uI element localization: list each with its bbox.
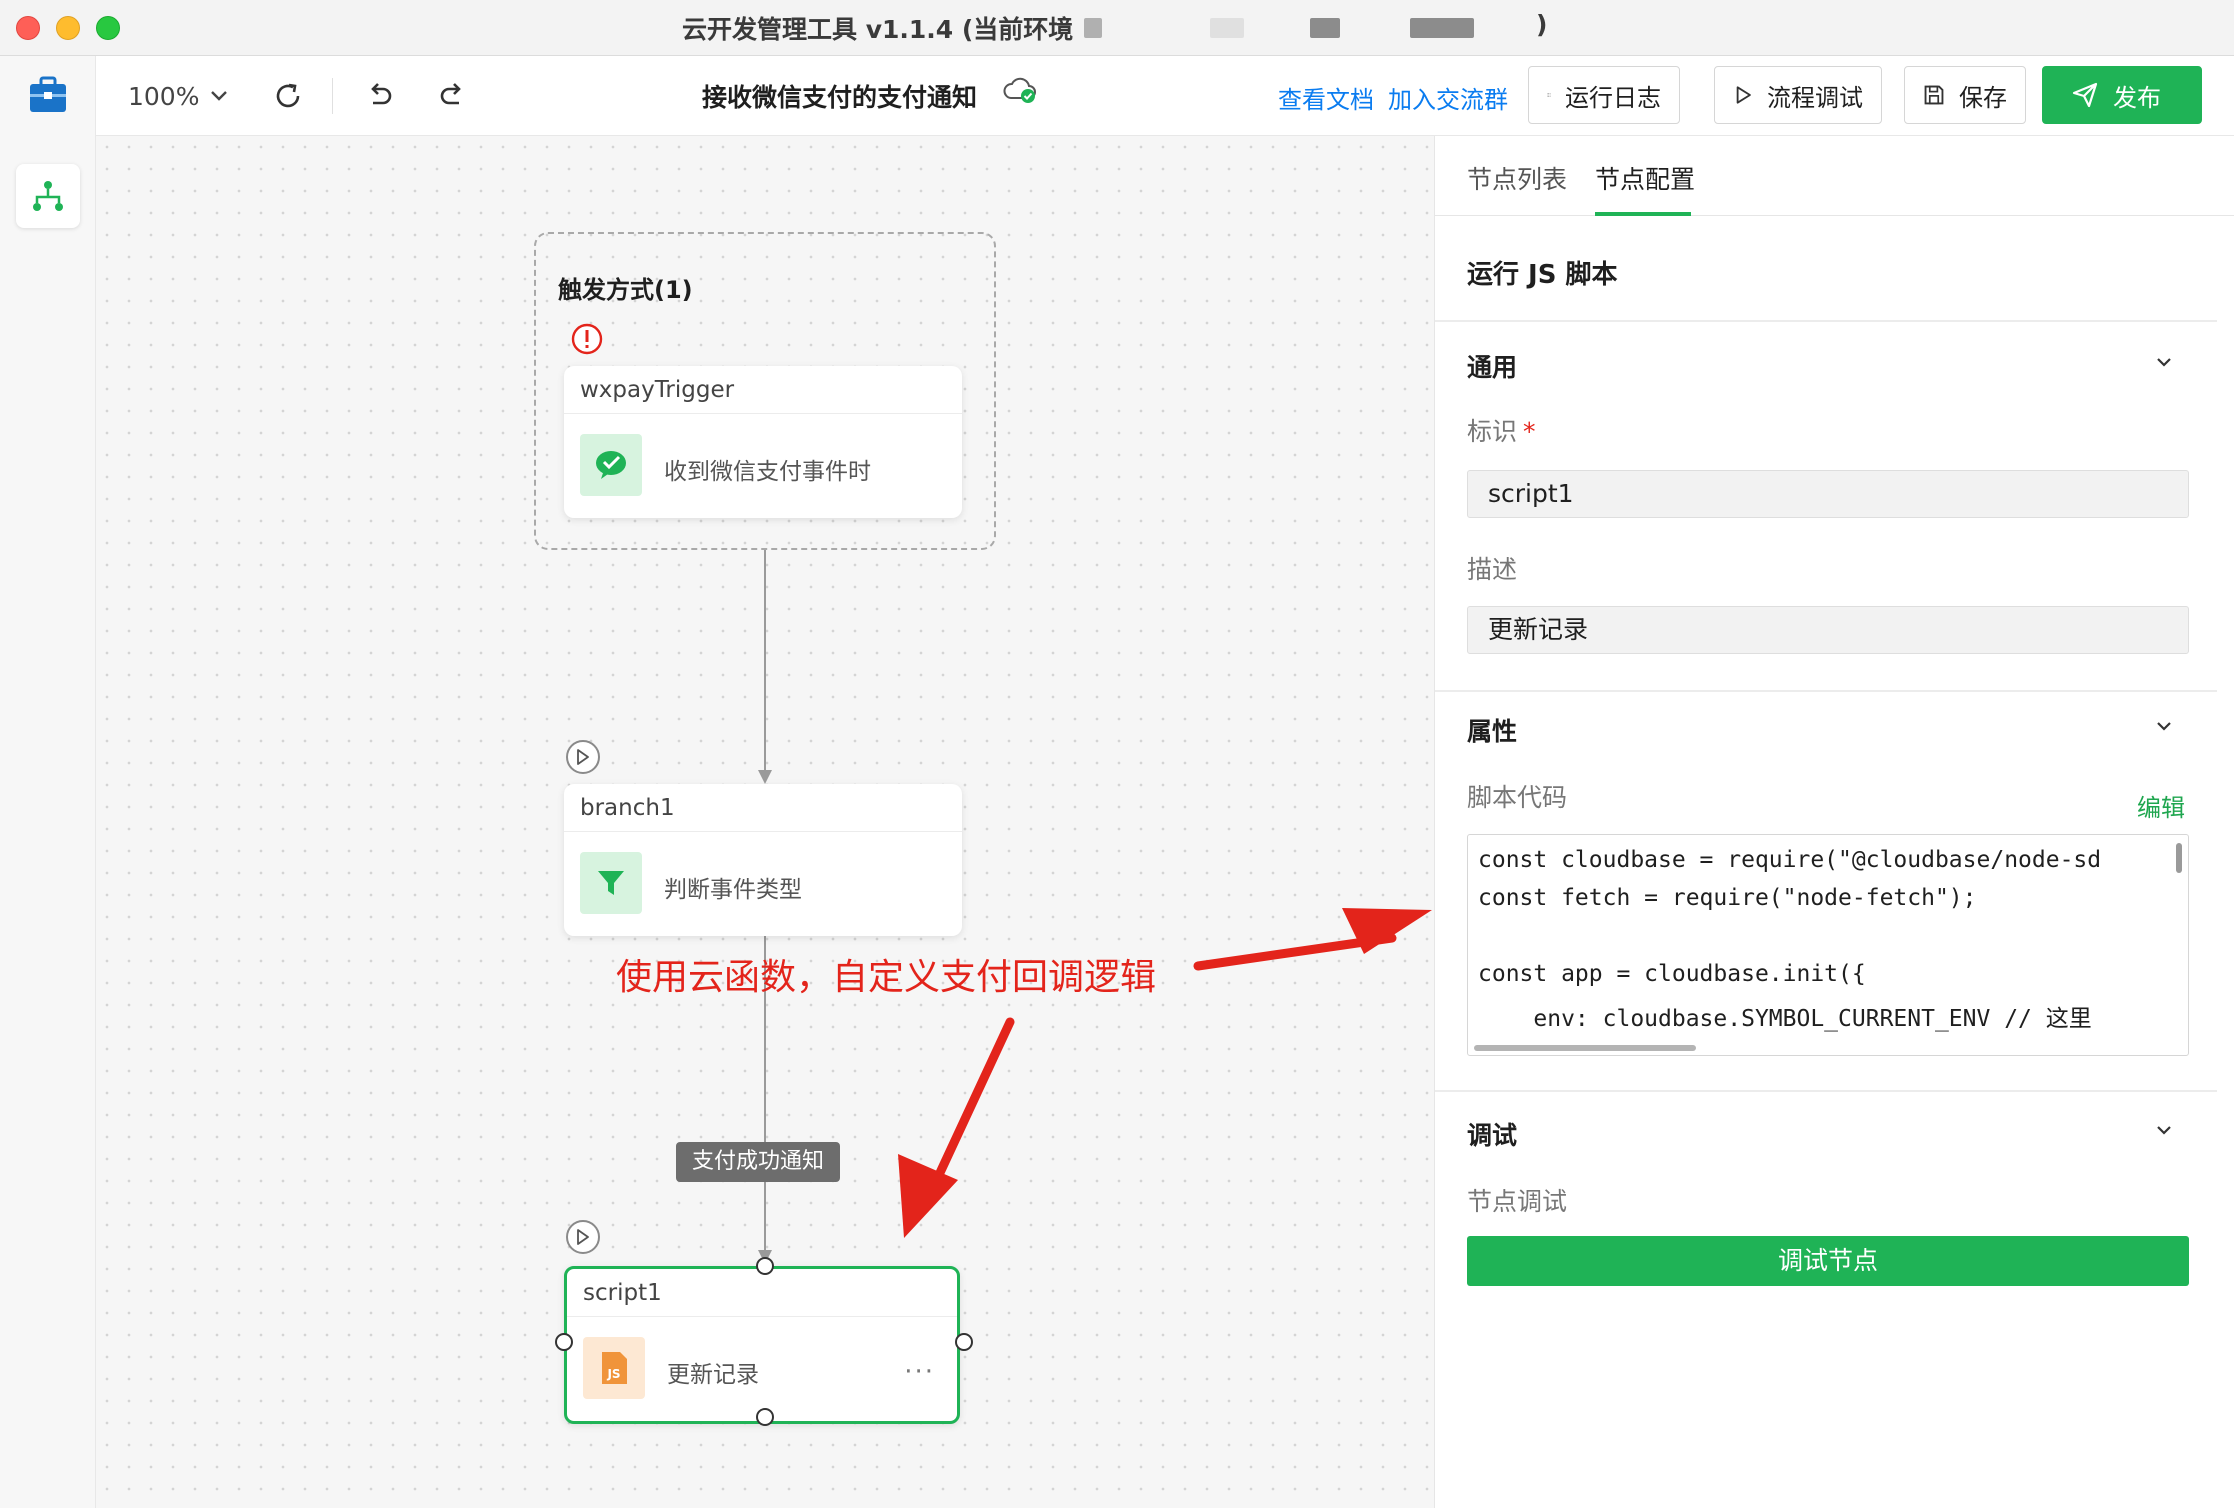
flow-title: 接收微信支付的支付通知 <box>702 83 978 112</box>
edge-label[interactable]: 支付成功通知 <box>676 1142 841 1182</box>
edit-code-link[interactable]: 编辑 <box>2137 788 2185 823</box>
trigger-group-title: 触发方式(1) <box>558 276 693 304</box>
minimize-window-button[interactable] <box>56 16 80 40</box>
section-general-title[interactable]: 通用 <box>1467 348 1517 384</box>
publish-button[interactable]: 发布 <box>2042 66 2202 124</box>
node-branch1[interactable]: branch1 判断事件类型 <box>564 784 962 936</box>
connect-handle-left[interactable] <box>555 1333 573 1351</box>
flow-debug-button[interactable]: 流程调试 <box>1714 66 1882 124</box>
window-title-tail: ) <box>1536 10 1548 39</box>
node-id: script1 <box>567 1269 957 1317</box>
save-label: 保存 <box>1959 83 2007 112</box>
svg-text:JS: JS <box>606 1367 620 1381</box>
debug-node-button[interactable]: 调试节点 <box>1467 1236 2189 1286</box>
zoom-value: 100% <box>128 81 200 111</box>
chevron-down-icon[interactable] <box>2155 718 2173 737</box>
redo-button[interactable] <box>430 74 474 118</box>
refresh-icon <box>276 83 300 108</box>
required-mark: * <box>1523 417 1536 446</box>
zoom-select[interactable]: 100% <box>128 76 229 116</box>
code-line: const cloudbase = require("@cloudbase/no… <box>1478 847 2102 873</box>
join-group-link[interactable]: 加入交流群 <box>1388 80 1508 115</box>
view-docs-link[interactable]: 查看文档 <box>1278 80 1374 115</box>
id-field-label: 标识 * <box>1467 412 1536 448</box>
section-divider <box>1435 1090 2217 1092</box>
flow-tree-icon <box>33 181 63 211</box>
save-icon <box>1924 85 1944 105</box>
filter-icon <box>580 852 642 914</box>
redo-icon <box>440 83 461 105</box>
tab-node-list[interactable]: 节点列表 <box>1467 160 1567 196</box>
code-line: env: cloudbase.SYMBOL_CURRENT_ENV // 这里 <box>1478 1006 2092 1032</box>
refresh-button[interactable] <box>266 74 310 118</box>
chevron-down-icon[interactable] <box>2155 1122 2173 1141</box>
warning-icon[interactable] <box>570 322 604 360</box>
chevron-down-icon <box>211 91 228 101</box>
desc-field-label: 描述 <box>1467 555 1518 584</box>
toolbar: 100% 接收微信支付的支付通知 查看文档 加入交流群 运行日志 流程调试 保存… <box>96 56 2234 136</box>
annotation-text: 使用云函数，自定义支付回调逻辑 <box>616 957 1157 998</box>
config-panel: 节点列表 节点配置 运行 JS 脚本 通用 标识 * script1 描述 更新记… <box>1434 136 2234 1508</box>
maximize-window-button[interactable] <box>96 16 120 40</box>
tab-node-config[interactable]: 节点配置 <box>1595 160 1695 196</box>
id-label-text: 标识 <box>1467 417 1518 446</box>
flow-nav-button[interactable] <box>16 164 80 228</box>
flow-debug-label: 流程调试 <box>1767 83 1863 112</box>
connect-handle-right[interactable] <box>955 1333 973 1351</box>
window-titlebar: 云开发管理工具 v1.1.4 (当前环境 ) <box>0 0 2234 56</box>
panel-heading: 运行 JS 脚本 <box>1467 260 1618 290</box>
code-field-label: 脚本代码 <box>1467 783 1568 812</box>
list-log-icon <box>1547 93 1551 97</box>
code-horizontal-scrollbar[interactable] <box>1474 1045 1696 1051</box>
play-icon <box>1736 86 1751 104</box>
more-options-button[interactable]: ··· <box>904 1357 935 1387</box>
window-title: 云开发管理工具 v1.1.4 (当前环境 <box>682 15 1074 44</box>
send-icon <box>2072 82 2098 108</box>
undo-icon <box>371 83 392 105</box>
flow-canvas[interactable]: 触发方式(1) wxpayTrigger 收到微信支付事件时 branch1 判… <box>96 136 1434 1508</box>
section-props-title[interactable]: 属性 <box>1467 712 1517 748</box>
code-vertical-scrollbar[interactable] <box>2176 843 2182 873</box>
node-description: 收到微信支付事件时 <box>664 459 871 485</box>
run-logs-button[interactable]: 运行日志 <box>1528 66 1680 124</box>
toolbar-divider <box>332 78 333 114</box>
left-rail <box>0 56 96 1508</box>
section-divider <box>1435 320 2217 322</box>
wechat-pay-icon <box>580 434 642 496</box>
section-debug-title[interactable]: 调试 <box>1467 1116 1517 1152</box>
save-button[interactable]: 保存 <box>1904 66 2026 124</box>
run-node-play-icon[interactable] <box>566 740 600 774</box>
node-id: wxpayTrigger <box>564 366 962 414</box>
connect-handle-bottom[interactable] <box>756 1408 774 1426</box>
node-description: 判断事件类型 <box>664 877 802 903</box>
connect-handle-top[interactable] <box>756 1257 774 1275</box>
node-id: branch1 <box>564 784 962 832</box>
id-input[interactable]: script1 <box>1467 470 2189 518</box>
run-node-play-icon[interactable] <box>566 1220 600 1254</box>
cloud-synced-icon <box>1002 76 1038 110</box>
code-line: const app = cloudbase.init({ <box>1478 961 1866 987</box>
desc-input[interactable]: 更新记录 <box>1467 606 2189 654</box>
section-divider <box>1435 690 2217 692</box>
chevron-down-icon[interactable] <box>2155 354 2173 373</box>
node-debug-label: 节点调试 <box>1467 1187 1568 1216</box>
node-wxpay-trigger[interactable]: wxpayTrigger 收到微信支付事件时 <box>564 366 962 518</box>
run-logs-label: 运行日志 <box>1565 83 1661 112</box>
active-tab-indicator <box>1595 212 1691 216</box>
node-script1[interactable]: script1 JS 更新记录 ··· <box>564 1266 960 1424</box>
toolbox-icon[interactable] <box>28 76 68 116</box>
undo-button[interactable] <box>358 74 402 118</box>
code-line: const fetch = require("node-fetch"); <box>1478 885 1977 911</box>
js-file-icon: JS <box>583 1337 645 1399</box>
panel-tabs: 节点列表 节点配置 <box>1435 136 2234 216</box>
redacted-environment-name <box>1070 4 1560 50</box>
node-description: 更新记录 <box>667 1362 759 1388</box>
publish-label: 发布 <box>2113 83 2161 112</box>
code-editor[interactable]: const cloudbase = require("@cloudbase/no… <box>1467 834 2189 1056</box>
close-window-button[interactable] <box>16 16 40 40</box>
